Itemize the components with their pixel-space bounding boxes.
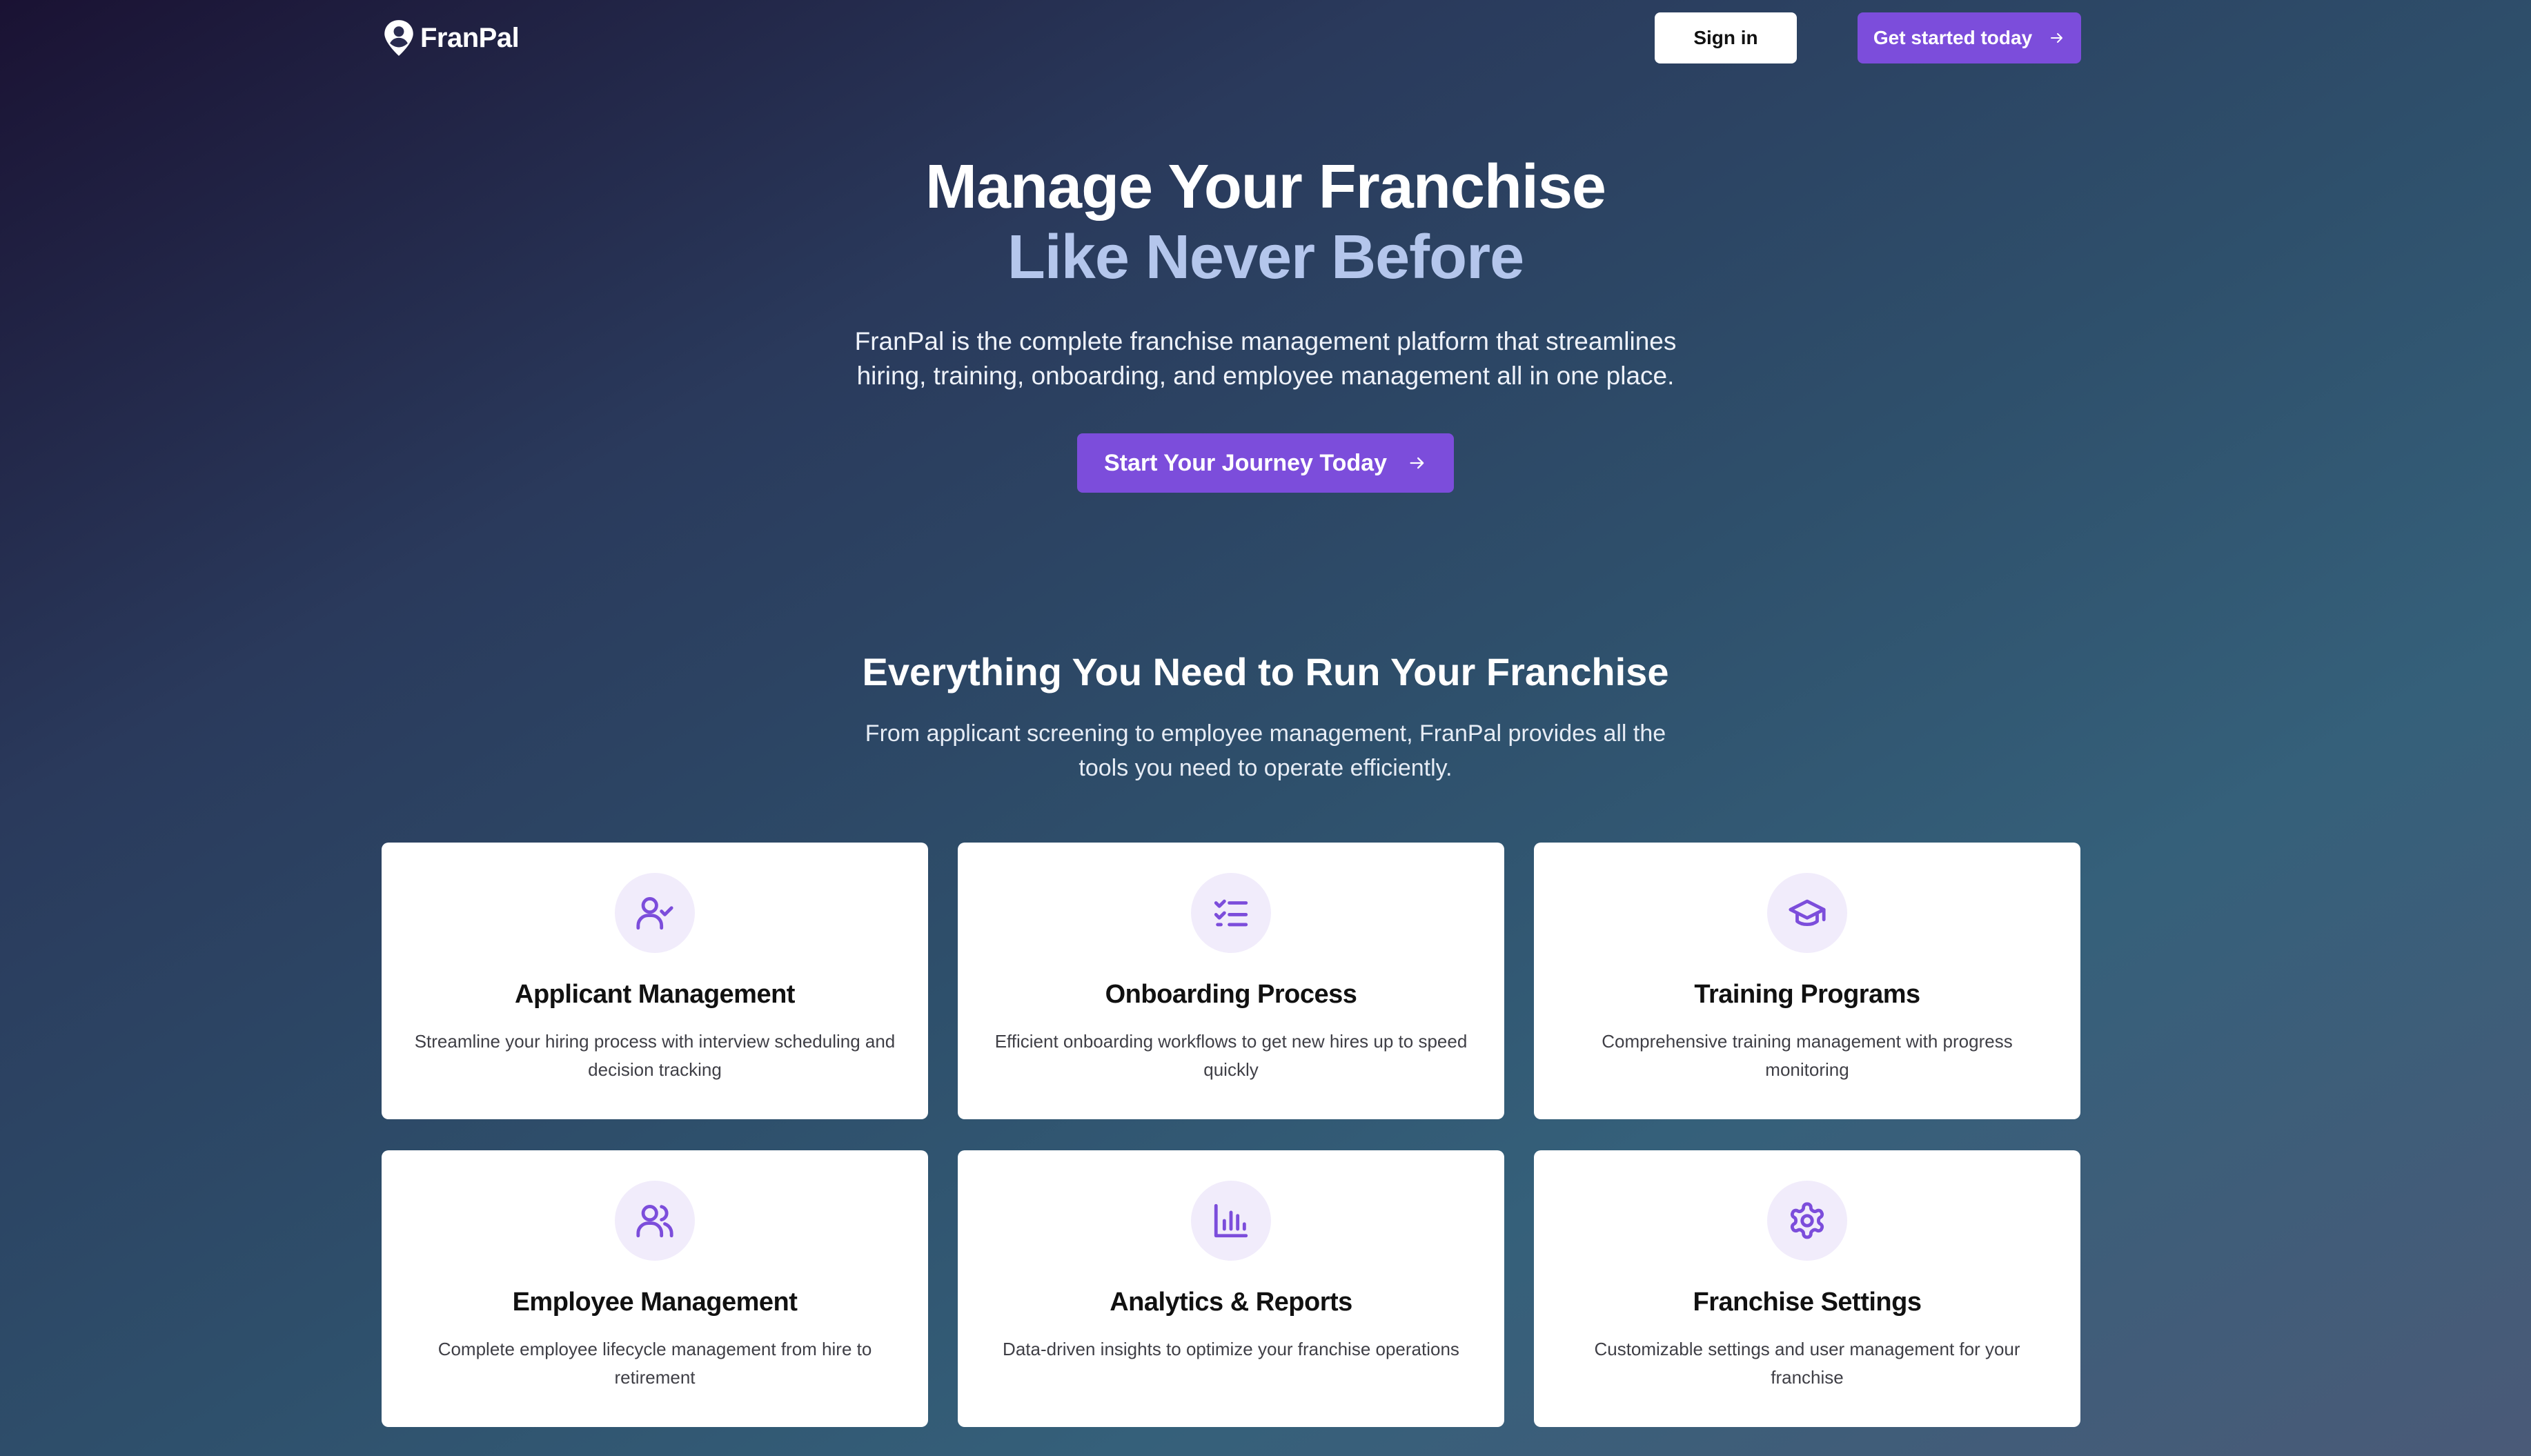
feature-title: Analytics & Reports <box>1110 1288 1352 1317</box>
sign-in-label: Sign in <box>1693 27 1758 48</box>
feature-title: Franchise Settings <box>1693 1288 1922 1317</box>
feature-description: Efficient onboarding workflows to get ne… <box>994 1031 1468 1080</box>
features-heading: Everything You Need to Run Your Franchis… <box>862 650 1669 693</box>
features-subheading: From applicant screening to employee man… <box>865 720 1666 781</box>
feature-card-employee-management: Employee Management Complete employee li… <box>382 1150 928 1427</box>
feature-card-onboarding-process: Onboarding Process Efficient onboarding … <box>958 843 1504 1119</box>
feature-card-analytics-reports: Analytics & Reports Data-driven insights… <box>958 1150 1504 1427</box>
feature-title: Training Programs <box>1694 980 1920 1009</box>
feature-description: Data-driven insights to optimize your fr… <box>1003 1339 1459 1359</box>
user-check-icon <box>636 897 673 930</box>
list-checks-icon <box>1214 899 1248 927</box>
hero-description: FranPal is the complete franchise manage… <box>854 327 1677 390</box>
start-journey-button[interactable]: Start Your Journey Today <box>1077 433 1454 493</box>
brand-logo[interactable]: FranPal <box>382 18 520 58</box>
users-icon <box>636 1205 673 1238</box>
hero-section: Manage Your Franchise Like Never Before … <box>0 152 2531 493</box>
feature-icon-badge <box>1767 873 1847 953</box>
features-grid: Applicant Management Streamline your hir… <box>382 843 2081 1427</box>
feature-icon-badge <box>1191 873 1271 953</box>
features-header: Everything You Need to Run Your Franchis… <box>0 646 2531 785</box>
top-nav: FranPal Sign in Get started today <box>382 12 2081 63</box>
start-journey-label: Start Your Journey Today <box>1104 449 1387 476</box>
feature-icon-badge <box>615 1181 695 1261</box>
feature-title: Employee Management <box>512 1288 798 1317</box>
sign-in-button[interactable]: Sign in <box>1655 12 1797 63</box>
feature-icon-badge <box>1767 1181 1847 1261</box>
feature-title: Applicant Management <box>515 980 795 1009</box>
arrow-right-icon <box>1410 457 1424 469</box>
feature-description: Comprehensive training management with p… <box>1602 1031 2013 1080</box>
get-started-button[interactable]: Get started today <box>1858 12 2081 63</box>
feature-description: Streamline your hiring process with inte… <box>414 1031 896 1080</box>
feature-title: Onboarding Process <box>1105 980 1357 1009</box>
feature-description: Customizable settings and user managemen… <box>1594 1339 2020 1388</box>
bar-chart-icon <box>1214 1203 1248 1238</box>
nav-actions: Sign in Get started today <box>1655 12 2081 63</box>
feature-card-training-programs: Training Programs Comprehensive training… <box>1534 843 2080 1119</box>
map-pin-user-icon <box>384 20 413 56</box>
graduation-cap-icon <box>1789 899 1826 927</box>
feature-card-franchise-settings: Franchise Settings Customizable settings… <box>1534 1150 2080 1427</box>
get-started-label: Get started today <box>1873 27 2033 48</box>
settings-gear-icon <box>1790 1202 1824 1239</box>
brand-name: FranPal <box>420 22 520 53</box>
feature-icon-badge <box>615 873 695 953</box>
feature-description: Complete employee lifecycle management f… <box>437 1339 872 1388</box>
hero-title: Manage Your Franchise Like Never Before <box>0 152 2531 293</box>
hero-title-line-1: Manage Your Franchise <box>925 153 1606 222</box>
hero-title-line-2: Like Never Before <box>1007 223 1524 292</box>
feature-icon-badge <box>1191 1181 1271 1261</box>
arrow-right-icon <box>2051 33 2063 43</box>
feature-card-applicant-management: Applicant Management Streamline your hir… <box>382 843 928 1119</box>
